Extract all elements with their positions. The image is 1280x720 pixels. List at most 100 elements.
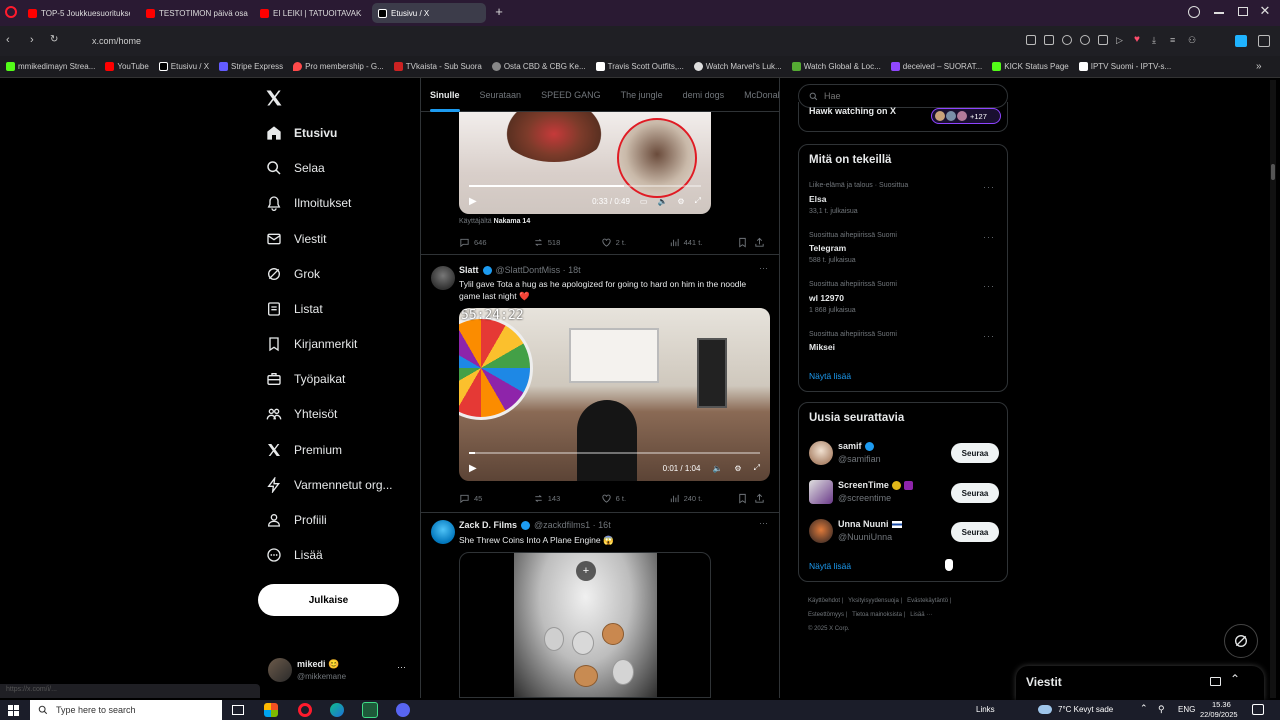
nav-item-home[interactable]: Etusivu <box>266 122 337 144</box>
bookmark-item[interactable]: Watch Marvel's Luk... <box>693 62 782 71</box>
new-tab-button[interactable]: + <box>492 5 506 19</box>
tweet[interactable]: Slatt @SlattDontMiss · 18t ··· Tylil gav… <box>421 256 779 513</box>
taskbar-date[interactable]: 22/09/2025 <box>1200 710 1238 719</box>
footer-link[interactable]: Esteettömyys <box>808 612 844 618</box>
bookmark-item[interactable]: Osta CBD & CBG Ke... <box>491 62 586 71</box>
task-view-icon[interactable] <box>232 705 244 715</box>
nav-item-notifications[interactable]: Ilmoitukset <box>266 192 351 214</box>
bookmark-item[interactable]: Pro membership - G... <box>293 62 384 71</box>
bookmarks-overflow-icon[interactable]: » <box>1256 61 1262 72</box>
repost-button[interactable]: 143 <box>533 493 601 504</box>
footer-link[interactable]: Evästekäytäntö <box>907 598 948 604</box>
close-window-button[interactable]: ✕ <box>1258 3 1272 19</box>
video-progress[interactable] <box>469 185 701 187</box>
new-message-icon[interactable] <box>1210 677 1221 686</box>
search-input[interactable] <box>824 91 994 101</box>
author-name[interactable]: Zack D. Films <box>459 520 517 530</box>
settings-gear-icon[interactable]: ⚙ <box>677 197 684 206</box>
bookmark-item[interactable]: Watch Global & Loc... <box>791 62 881 71</box>
browser-tab-active[interactable]: Etusivu / X <box>372 3 486 23</box>
repost-button[interactable]: 518 <box>533 237 601 248</box>
weather-cloud-icon[interactable] <box>1038 705 1052 714</box>
settings-gear-icon[interactable]: ⚙ <box>734 464 741 473</box>
taskbar-search[interactable]: Type here to search <box>30 700 222 720</box>
bookmark-item[interactable]: mmikedimayn Strea... <box>6 62 95 71</box>
grok-floating-button[interactable] <box>1224 624 1258 658</box>
avatar[interactable] <box>431 266 455 290</box>
author-handle[interactable]: @SlattDontMiss · 18t <box>496 265 581 275</box>
expand-up-icon[interactable]: ⌃ <box>1230 672 1240 686</box>
fullscreen-icon[interactable]: ⤢ <box>695 196 701 206</box>
menu-icon[interactable]: ≡ <box>1170 35 1180 45</box>
reply-button[interactable]: 45 <box>459 493 533 504</box>
scrollbar-thumb[interactable] <box>1271 164 1275 180</box>
more-dots-icon[interactable]: ··· <box>759 518 768 528</box>
tab-list[interactable]: SPEED GANG <box>541 78 601 112</box>
more-dots-icon[interactable]: ··· <box>983 281 995 291</box>
footer-link[interactable]: Käyttöehdot <box>808 598 840 604</box>
nav-item-jobs[interactable]: Työpaikat <box>266 368 345 390</box>
captions-icon[interactable]: ▭ <box>640 197 648 206</box>
like-button[interactable]: 2 t. <box>601 237 669 248</box>
bookmark-item[interactable]: TVkaista - Sub Suora <box>393 62 482 71</box>
sidebar-toggle-icon[interactable] <box>1258 35 1270 47</box>
browser-tab[interactable]: EI LEIKI | TATUOITAVAKSI <box>254 3 362 23</box>
author-name[interactable]: Slatt <box>459 265 479 275</box>
share-button[interactable] <box>754 493 769 504</box>
profile-icon[interactable]: ⚇ <box>1188 35 1198 45</box>
reload-button[interactable]: ↻ <box>50 34 58 45</box>
reply-button[interactable]: 646 <box>459 237 533 248</box>
volume-icon[interactable]: 🔈 <box>712 464 722 473</box>
forward-button[interactable]: › <box>30 34 34 46</box>
windows-start-icon[interactable] <box>8 705 19 716</box>
views-button[interactable]: 240 t. <box>669 493 737 504</box>
nav-item-verified-orgs[interactable]: Varmennetut org... <box>266 474 393 496</box>
fullscreen-icon[interactable]: ⤢ <box>754 463 760 473</box>
url-field[interactable]: x.com/home <box>72 32 1012 50</box>
toolbar-icon[interactable] <box>1062 35 1072 45</box>
heart-icon[interactable]: ♥ <box>1134 35 1144 45</box>
edge-taskbar-icon[interactable] <box>330 703 344 717</box>
more-dots-icon[interactable]: ··· <box>983 232 995 242</box>
browser-tab[interactable]: TESTOTIMON päivä osa 1 <box>140 3 248 23</box>
nav-item-messages[interactable]: Viestit <box>266 228 326 250</box>
tab-search-icon[interactable] <box>1188 6 1200 18</box>
follow-button[interactable]: Seuraa <box>951 483 999 503</box>
play-icon[interactable]: ▷ <box>1116 35 1126 45</box>
taskbar-app-icon-active[interactable] <box>362 702 378 718</box>
views-button[interactable]: 441 t. <box>669 237 737 248</box>
footer-link[interactable]: Lisää ··· <box>910 612 932 618</box>
taskbar-weather[interactable]: 7°C Kevyt sade <box>1058 705 1113 714</box>
download-icon[interactable]: ⤓ <box>1152 35 1162 45</box>
tab-for-you[interactable]: Sinulle <box>430 78 460 112</box>
nav-item-more[interactable]: Lisää <box>266 544 323 566</box>
nav-item-premium[interactable]: Premium <box>266 439 342 461</box>
bookmark-item[interactable]: Travis Scott Outfits,... <box>595 62 684 71</box>
nav-item-communities[interactable]: Yhteisöt <box>266 403 337 425</box>
tab-following[interactable]: Seurataan <box>480 78 522 112</box>
video-progress[interactable] <box>469 452 760 454</box>
show-more-link[interactable]: Näytä lisää <box>809 561 851 571</box>
discord-taskbar-icon[interactable] <box>396 703 410 717</box>
maximize-button[interactable] <box>1238 7 1248 16</box>
opera-taskbar-icon[interactable] <box>298 703 312 717</box>
bookmark-item[interactable]: Etusivu / X <box>158 62 209 71</box>
taskbar-time[interactable]: 15.36 <box>1212 700 1231 709</box>
browser-tab[interactable]: TOP-5 Joukkuesuoritukset <box>22 3 130 23</box>
taskbar-language[interactable]: ENG <box>1178 705 1195 714</box>
minimize-button[interactable] <box>1214 12 1224 14</box>
play-icon[interactable]: ▶ <box>469 463 477 474</box>
follow-button[interactable]: Seuraa <box>951 522 999 542</box>
footer-link[interactable]: Tietoa mainoksista <box>852 612 902 618</box>
bookmark-item[interactable]: YouTube <box>105 62 149 71</box>
tweet-video[interactable]: ▶ 0:33 / 0:49 ▭ 🔈 ⚙ ⤢ <box>459 112 711 214</box>
nav-item-explore[interactable]: Selaa <box>266 157 325 179</box>
tab-list[interactable]: McDonal <box>744 78 779 112</box>
tweet-video[interactable]: 55:24:22 ▶ 0:01 / 1:04 🔈 ⚙ ⤢ <box>459 308 770 481</box>
toolbar-icon[interactable] <box>1098 35 1108 45</box>
follow-button[interactable]: Seuraa <box>951 443 999 463</box>
network-icon[interactable]: ⚲ <box>1158 704 1165 715</box>
opera-logo-icon[interactable] <box>5 6 17 18</box>
nav-item-lists[interactable]: Listat <box>266 298 323 320</box>
play-icon[interactable]: ▶ <box>469 196 477 207</box>
